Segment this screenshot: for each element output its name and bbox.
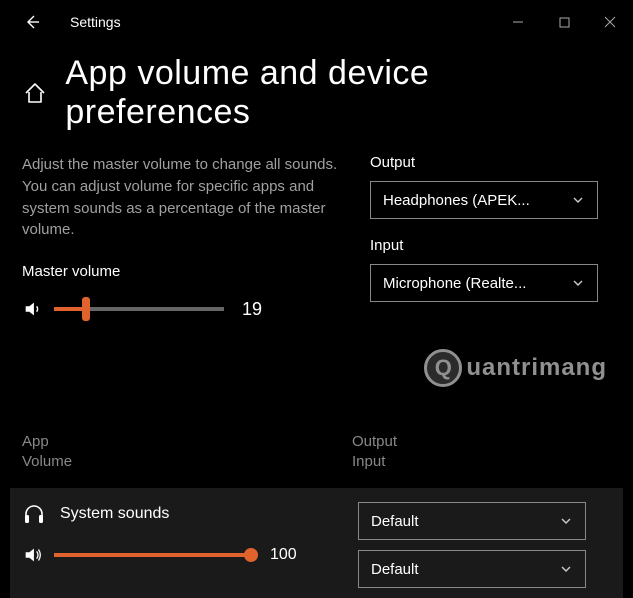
app-name-row: System sounds [22, 502, 342, 526]
app-volume-slider[interactable] [54, 553, 254, 557]
app-input-dropdown[interactable]: Default [358, 550, 586, 588]
chevron-down-icon [559, 562, 573, 576]
arrow-left-icon [24, 14, 40, 30]
master-volume-label: Master volume [22, 263, 342, 280]
window-controls [495, 6, 633, 38]
app-output-selected: Default [371, 513, 419, 530]
watermark: Q uantrimang [424, 349, 607, 387]
app-volume-value: 100 [270, 546, 297, 564]
close-button[interactable] [587, 6, 633, 38]
chevron-down-icon [571, 193, 585, 207]
app-name: System sounds [60, 505, 169, 523]
right-column: Output Headphones (APEK... Input Microph… [370, 154, 611, 320]
input-device-selected: Microphone (Realte... [383, 275, 526, 292]
master-volume-value: 19 [242, 299, 262, 320]
input-device-dropdown[interactable]: Microphone (Realte... [370, 264, 598, 302]
app-volume-row: 100 [22, 544, 342, 566]
page-header: App volume and device preferences [0, 44, 633, 140]
close-icon [604, 16, 616, 28]
maximize-icon [559, 17, 570, 28]
maximize-button[interactable] [541, 6, 587, 38]
output-device-dropdown[interactable]: Headphones (APEK... [370, 181, 598, 219]
column-header-app: App [22, 432, 352, 452]
description-text: Adjust the master volume to change all s… [22, 154, 342, 241]
titlebar: Settings [0, 0, 633, 44]
master-volume-slider[interactable] [54, 307, 224, 311]
master-volume-row: 19 [22, 298, 342, 320]
left-column: Adjust the master volume to change all s… [22, 154, 342, 320]
column-header-volume: Volume [22, 452, 352, 472]
back-button[interactable] [16, 6, 48, 38]
chevron-down-icon [571, 276, 585, 290]
output-device-selected: Headphones (APEK... [383, 192, 530, 209]
speaker-loud-icon[interactable] [22, 544, 44, 566]
column-header-output: Output [352, 432, 611, 452]
app-row-right: Default Default [358, 502, 611, 588]
output-label: Output [370, 154, 611, 171]
app-input-selected: Default [371, 561, 419, 578]
home-icon[interactable] [22, 80, 47, 106]
speaker-icon[interactable] [22, 298, 44, 320]
content-area: Adjust the master volume to change all s… [0, 140, 633, 320]
app-row-left: System sounds 100 [22, 502, 342, 588]
window-title: Settings [70, 14, 121, 30]
column-headers: App Volume Output Input [22, 432, 611, 471]
minimize-button[interactable] [495, 6, 541, 38]
watermark-q-icon: Q [424, 349, 462, 387]
watermark-text: uantrimang [466, 354, 607, 382]
chevron-down-icon [559, 514, 573, 528]
page-title: App volume and device preferences [65, 54, 611, 132]
input-label: Input [370, 237, 611, 254]
headphones-icon [22, 502, 46, 526]
column-header-input: Input [352, 452, 611, 472]
app-output-dropdown[interactable]: Default [358, 502, 586, 540]
minimize-icon [512, 16, 524, 28]
